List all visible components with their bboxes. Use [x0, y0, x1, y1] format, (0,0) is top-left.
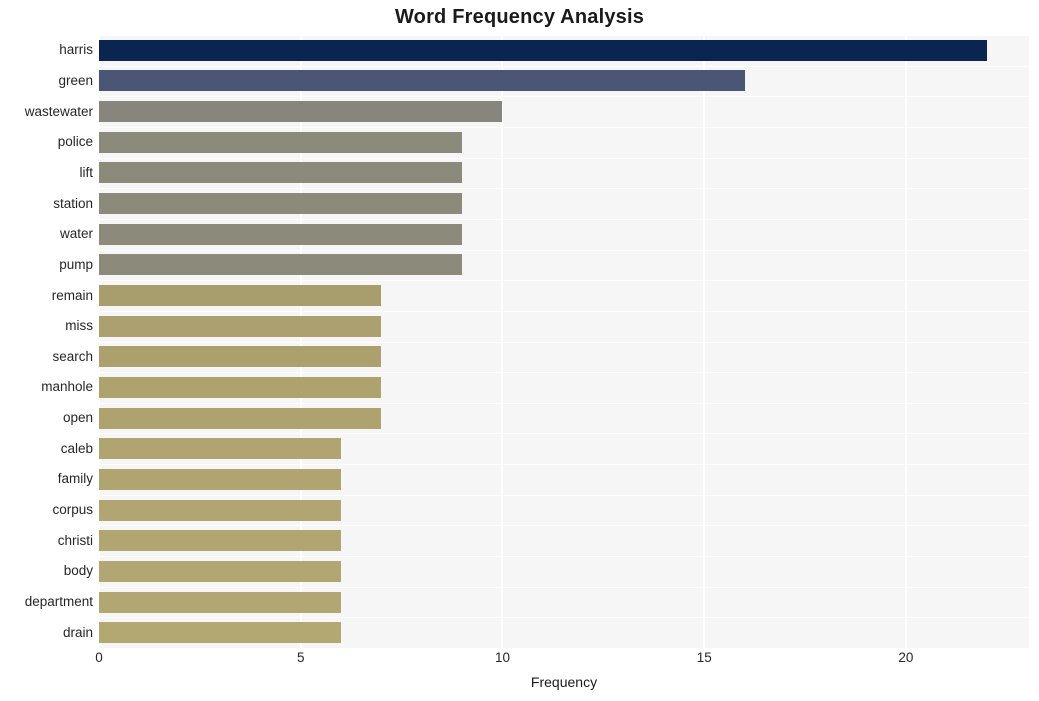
chart-title: Word Frequency Analysis: [394, 6, 645, 28]
bar: [99, 438, 342, 460]
y-axis-tick-label: station: [53, 195, 93, 211]
vertical-gridline: [98, 35, 100, 648]
x-axis-title: Frequency: [530, 674, 598, 690]
bar: [99, 70, 745, 92]
y-axis-tick-label: drain: [62, 624, 93, 640]
vertical-gridline: [501, 35, 504, 648]
y-axis-tick-label: remain: [51, 287, 93, 303]
horizontal-gridline: [99, 35, 1029, 36]
y-axis-tick-label: department: [24, 594, 93, 610]
horizontal-gridline: [99, 648, 1029, 649]
bar: [99, 499, 342, 521]
bar: [99, 193, 463, 215]
x-axis-tick-label: 5: [296, 650, 305, 665]
word-frequency-bar-chart: Word Frequency Analysis harris green waste…: [0, 0, 1039, 701]
bar: [99, 39, 987, 61]
bar: [99, 346, 382, 368]
horizontal-gridline: [99, 617, 1029, 619]
y-axis-tick-label: miss: [65, 318, 93, 334]
bar: [99, 131, 463, 153]
horizontal-gridline: [99, 464, 1029, 466]
bar: [99, 591, 342, 613]
y-axis-tick-label: search: [52, 348, 93, 364]
y-axis-tick-label: pump: [59, 256, 93, 272]
x-axis-tick-label: 10: [494, 650, 510, 665]
bar: [99, 315, 382, 337]
bar: [99, 162, 463, 184]
y-axis-tick-label: harris: [59, 42, 93, 58]
horizontal-gridline: [99, 126, 1029, 128]
horizontal-gridline: [99, 494, 1029, 496]
horizontal-gridline: [99, 341, 1029, 343]
bar: [99, 376, 382, 398]
y-axis-tick-label: family: [57, 471, 93, 487]
bar: [99, 223, 463, 245]
bar: [99, 530, 342, 552]
vertical-gridline: [703, 35, 706, 648]
y-axis-tick-label: manhole: [41, 379, 93, 395]
bar: [99, 560, 342, 582]
horizontal-gridline: [99, 525, 1029, 527]
y-axis-tick-label: wastewater: [24, 103, 93, 119]
horizontal-gridline: [99, 249, 1029, 251]
y-axis-tick-label: corpus: [52, 502, 93, 518]
y-axis-tick-label: christi: [57, 532, 93, 548]
vertical-gridline: [904, 35, 907, 648]
vertical-gridline: [299, 35, 302, 648]
x-axis-tick-label: 15: [696, 650, 712, 665]
horizontal-gridline: [99, 65, 1029, 67]
y-axis-tick-label: police: [57, 134, 93, 150]
horizontal-gridline: [99, 157, 1029, 159]
x-axis-tick-label: 20: [898, 650, 914, 665]
horizontal-gridline: [99, 402, 1029, 404]
y-axis-tick-label: body: [63, 563, 93, 579]
horizontal-gridline: [99, 310, 1029, 312]
y-axis-tick-label: open: [62, 410, 93, 426]
y-axis-tick-label: water: [59, 226, 93, 242]
x-axis-tick-labels: 0 5 10 15 20: [0, 650, 1039, 672]
bar: [99, 101, 503, 123]
horizontal-gridline: [99, 556, 1029, 558]
bar: [99, 407, 382, 429]
y-axis-tick-labels: harris green wastewater police lift station wa…: [0, 35, 93, 648]
plot-area: [98, 35, 1029, 649]
horizontal-gridline: [99, 280, 1029, 282]
horizontal-gridline: [99, 586, 1029, 588]
horizontal-gridline: [99, 96, 1029, 98]
y-axis-tick-label: caleb: [60, 440, 93, 456]
bar: [99, 285, 382, 307]
horizontal-gridline: [99, 218, 1029, 220]
x-axis-tick-label: 0: [95, 650, 103, 665]
horizontal-gridline: [99, 188, 1029, 190]
horizontal-gridline: [99, 433, 1029, 435]
bar: [99, 622, 342, 644]
y-axis-tick-label: green: [58, 72, 93, 88]
y-axis-tick-label: lift: [79, 164, 94, 180]
bar: [99, 254, 463, 276]
horizontal-gridline: [99, 372, 1029, 374]
bar: [99, 468, 342, 490]
